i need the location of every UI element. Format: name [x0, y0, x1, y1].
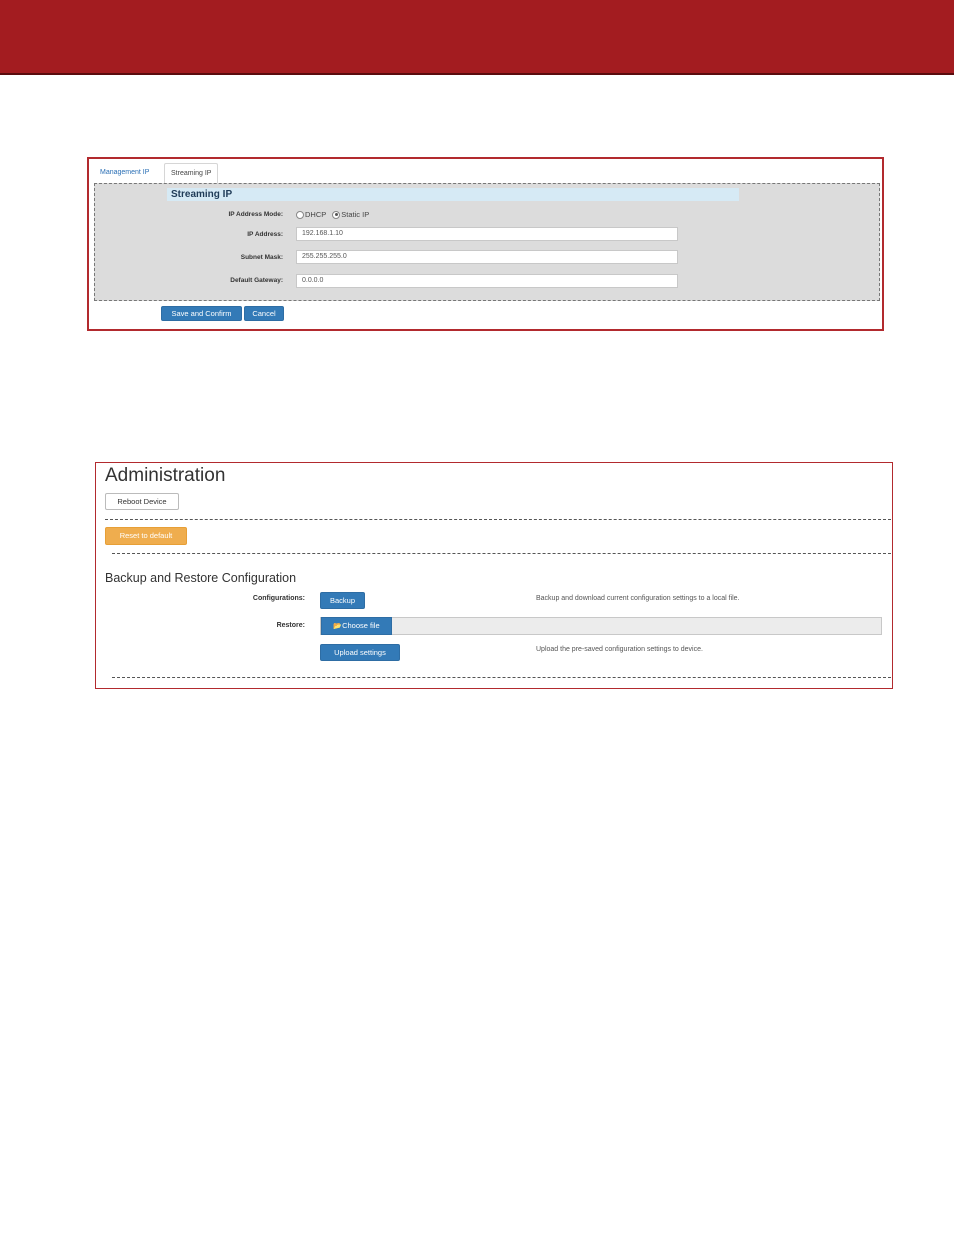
restore-label: Restore:	[276, 622, 305, 629]
reboot-device-button[interactable]: Reboot Device	[105, 493, 179, 510]
divider	[105, 519, 891, 520]
top-banner	[0, 0, 954, 75]
cancel-button[interactable]: Cancel	[244, 306, 284, 321]
divider	[112, 677, 891, 678]
administration-screenshot-panel: Administration Reboot Device Reset to de…	[95, 462, 893, 689]
configurations-label: Configurations:	[252, 595, 305, 602]
default-gateway-input[interactable]: 0.0.0.0	[296, 274, 678, 288]
subnet-mask-label: Subnet Mask:	[240, 254, 283, 261]
streaming-ip-screenshot-panel: Management IP Streaming IP Streaming IP …	[87, 157, 884, 331]
restore-file-input[interactable]: 📂Choose file	[320, 617, 882, 635]
page-title: Administration	[105, 465, 226, 486]
dhcp-radio[interactable]	[296, 210, 304, 219]
streaming-ip-form: Streaming IP IP Address Mode: DHCP Stati…	[94, 183, 880, 301]
choose-file-label: Choose file	[342, 621, 380, 630]
ip-mode-radio-group: DHCP Static IP	[296, 210, 375, 219]
backup-button[interactable]: Backup	[320, 592, 365, 609]
tab-streaming-ip[interactable]: Streaming IP	[164, 163, 219, 184]
tab-management-ip[interactable]: Management IP	[94, 163, 155, 183]
backup-help-text: Backup and download current configuratio…	[536, 595, 740, 602]
folder-open-icon: 📂	[333, 623, 343, 630]
reset-to-default-button[interactable]: Reset to default	[105, 527, 187, 545]
static-ip-radio-label: Static IP	[341, 210, 370, 219]
dhcp-radio-label: DHCP	[305, 210, 327, 219]
subnet-mask-input[interactable]: 255.255.255.0	[296, 250, 678, 264]
ip-address-input[interactable]: 192.168.1.10	[296, 227, 678, 241]
choose-file-button[interactable]: 📂Choose file	[321, 617, 392, 635]
upload-settings-button[interactable]: Upload settings	[320, 644, 400, 661]
divider	[112, 553, 891, 554]
section-title: Streaming IP	[167, 188, 739, 201]
backup-restore-heading: Backup and Restore Configuration	[105, 571, 297, 585]
ip-mode-label: IP Address Mode:	[228, 211, 283, 218]
upload-help-text: Upload the pre-saved configuration setti…	[536, 646, 703, 653]
save-and-confirm-button[interactable]: Save and Confirm	[161, 306, 242, 321]
ip-address-label: IP Address:	[247, 231, 283, 238]
static-ip-radio[interactable]	[332, 210, 341, 219]
default-gateway-label: Default Gateway:	[230, 277, 283, 284]
